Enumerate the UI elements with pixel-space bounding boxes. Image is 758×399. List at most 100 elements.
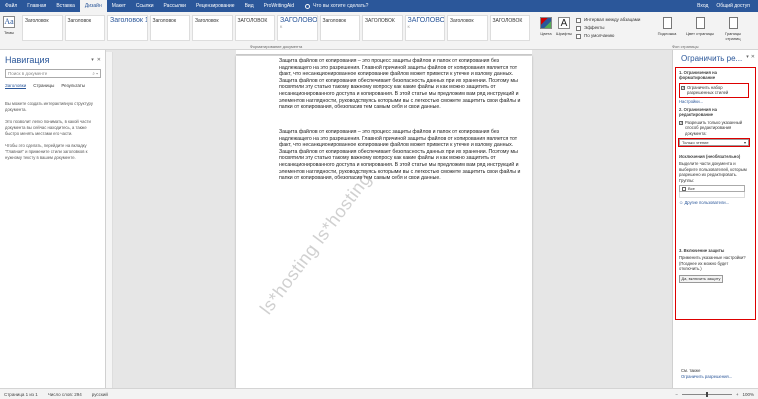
more-users-label: Другие пользователи...	[684, 200, 730, 206]
start-enforcement-title: 3. Включение защиты	[679, 248, 725, 253]
nav-hint-3: Чтобы это сделать, перейдите на вкладку …	[5, 143, 88, 160]
zoom-in-icon[interactable]: +	[736, 392, 739, 397]
close-icon[interactable]: ✕	[751, 54, 755, 63]
exceptions-text: Выделите части документа и выберите поль…	[679, 161, 747, 178]
effects-button[interactable]: Эффекты	[576, 24, 648, 32]
tab-review[interactable]: Рецензирование	[191, 0, 240, 12]
restrict-permission-link[interactable]: Ограничить разрешения...	[681, 374, 732, 380]
style-item[interactable]: ЗАГОЛОВОК	[404, 15, 445, 41]
style-item[interactable]: Заголовок	[149, 15, 190, 41]
page-count[interactable]: Страница 1 из 1	[4, 392, 38, 397]
close-icon[interactable]: ✕	[97, 57, 101, 63]
style-item[interactable]: ЗАГОЛОВОК	[362, 15, 403, 41]
vertical-ruler	[106, 52, 113, 388]
page-borders-button[interactable]: Границы страниц	[718, 15, 748, 43]
group-everyone-item[interactable]: Все	[679, 185, 745, 193]
more-users-link[interactable]: ☺ Другие пользователи...	[679, 200, 749, 205]
style-item[interactable]: Заголовок	[192, 15, 233, 41]
chevron-down-icon[interactable]: ▾	[746, 54, 749, 63]
start-enforcement-button[interactable]: Да, включить защиту	[679, 274, 723, 283]
style-item-label: ЗАГОЛОВОК	[365, 18, 395, 24]
tell-me-box[interactable]: Что вы хотите сделать?	[305, 3, 368, 9]
style-item-label: Заголовок	[450, 18, 474, 24]
style-item[interactable]: Заголовок	[22, 15, 63, 41]
ribbon: Aa Темы Заголовок Заголовок Заголовок 1 …	[0, 12, 758, 50]
chevron-down-icon[interactable]: ▾	[91, 57, 94, 63]
tab-references[interactable]: Ссылки	[131, 0, 159, 12]
nav-hint-2: Это позволит легко понимать, в какой час…	[5, 119, 91, 136]
style-item-label: Заголовок	[195, 18, 219, 24]
status-bar: Страница 1 из 1 Число слов: 294 русский …	[0, 388, 758, 399]
document-paragraph[interactable]: Защита файлов от копирования – это проце…	[279, 129, 529, 182]
themes-icon: Aa	[3, 16, 15, 28]
paragraph-spacing-button[interactable]: Интервал между абзацами	[576, 16, 648, 24]
watermark-button[interactable]: Подложка	[652, 15, 682, 43]
document-formatting-label: Форматирование документа	[249, 44, 303, 49]
word-count[interactable]: Число слов: 294	[48, 392, 82, 397]
navigation-pane: Навигация ▾ ✕ Поиск в документе ⌕ ▾ Загол…	[0, 50, 106, 388]
style-item[interactable]: Заголовок	[447, 15, 488, 41]
fonts-button[interactable]: A Шрифты	[556, 15, 572, 43]
restrict-title: Ограничить ре...	[681, 54, 743, 63]
tab-insert[interactable]: Вставка	[51, 0, 80, 12]
style-item[interactable]: ЗАГОЛОВОК	[234, 15, 275, 41]
style-item-sub: К	[407, 24, 410, 29]
palette-icon	[540, 17, 552, 29]
tab-design[interactable]: Дизайн	[79, 0, 107, 12]
editing-type-select[interactable]: Только чтение ▾	[678, 138, 750, 148]
tab-prowritingaid[interactable]: ProWritingAid	[259, 0, 299, 12]
set-default-button[interactable]: По умолчанию	[576, 32, 648, 40]
checkbox[interactable]	[679, 120, 683, 125]
page-borders-label: Границы страниц	[725, 31, 741, 41]
checkmark-icon	[576, 33, 581, 39]
sign-in-link[interactable]: Вход	[697, 3, 708, 9]
zoom-slider[interactable]	[681, 391, 732, 397]
style-item-label: Заголовок	[25, 18, 49, 24]
horizontal-ruler	[236, 50, 532, 55]
page-color-button[interactable]: Цвет страницы	[685, 15, 715, 43]
document-paragraph[interactable]: Защита файлов от копирования – это проце…	[279, 58, 529, 111]
style-item[interactable]: ЗАГОЛОВОК	[489, 15, 530, 41]
fonts-label: Шрифты	[556, 31, 573, 36]
style-item-label: Заголовок	[152, 18, 177, 24]
document-page[interactable]: Защита файлов от копирования – это проце…	[236, 56, 532, 388]
groups-list	[679, 192, 745, 199]
style-item-sub: К	[280, 24, 283, 29]
allow-only-option[interactable]: Разрешить только указанный способ редакт…	[679, 120, 749, 136]
tab-headings[interactable]: Заголовки	[5, 83, 27, 89]
style-gallery: Заголовок Заголовок Заголовок 1 Заголово…	[22, 15, 530, 41]
effects-icon	[576, 25, 581, 31]
style-item[interactable]: ЗАГОЛОВОК	[277, 15, 318, 41]
zoom-out-icon[interactable]: −	[675, 392, 678, 397]
formatting-restrictions-title: 1. Ограничения на форматирование	[679, 70, 717, 81]
search-icon[interactable]: ⌕ ▾	[92, 71, 98, 76]
language-indicator[interactable]: русский	[92, 392, 108, 397]
colors-button[interactable]: Цвета	[538, 15, 554, 43]
tell-me-text: Что вы хотите сделать?	[313, 3, 369, 9]
chevron-down-icon: ▾	[743, 140, 746, 146]
tab-home[interactable]: Главная	[22, 0, 51, 12]
tab-layout[interactable]: Макет	[107, 0, 131, 12]
limit-styles-option[interactable]: Ограничить набор разрешенных стилей	[679, 82, 749, 98]
style-item[interactable]: Заголовок 1	[107, 15, 148, 41]
themes-button[interactable]: Aa Темы	[2, 14, 16, 42]
tab-file[interactable]: Файл	[0, 0, 22, 12]
zoom-level[interactable]: 100%	[742, 392, 754, 397]
settings-link[interactable]: Настройки...	[679, 99, 749, 104]
style-item[interactable]: Заголовок	[64, 15, 105, 41]
checkbox[interactable]	[681, 85, 685, 90]
nav-search-input[interactable]: Поиск в документе ⌕ ▾	[5, 69, 101, 78]
paragraph-spacing-icon	[576, 17, 581, 23]
share-button[interactable]: Общий доступ	[716, 3, 750, 9]
themes-label: Темы	[3, 30, 15, 35]
editing-type-value: Только чтение	[682, 140, 709, 146]
checkbox[interactable]	[682, 187, 686, 192]
tab-view[interactable]: Вид	[240, 0, 259, 12]
tab-mailings[interactable]: Рассылки	[159, 0, 191, 12]
style-item-label: Заголовок 1	[110, 17, 148, 24]
page-color-icon	[695, 17, 705, 29]
style-item[interactable]: Заголовок	[319, 15, 360, 41]
tab-results[interactable]: Результаты	[61, 83, 85, 89]
tab-pages[interactable]: Страницы	[33, 83, 54, 89]
style-item-label: ЗАГОЛОВО	[280, 17, 318, 24]
